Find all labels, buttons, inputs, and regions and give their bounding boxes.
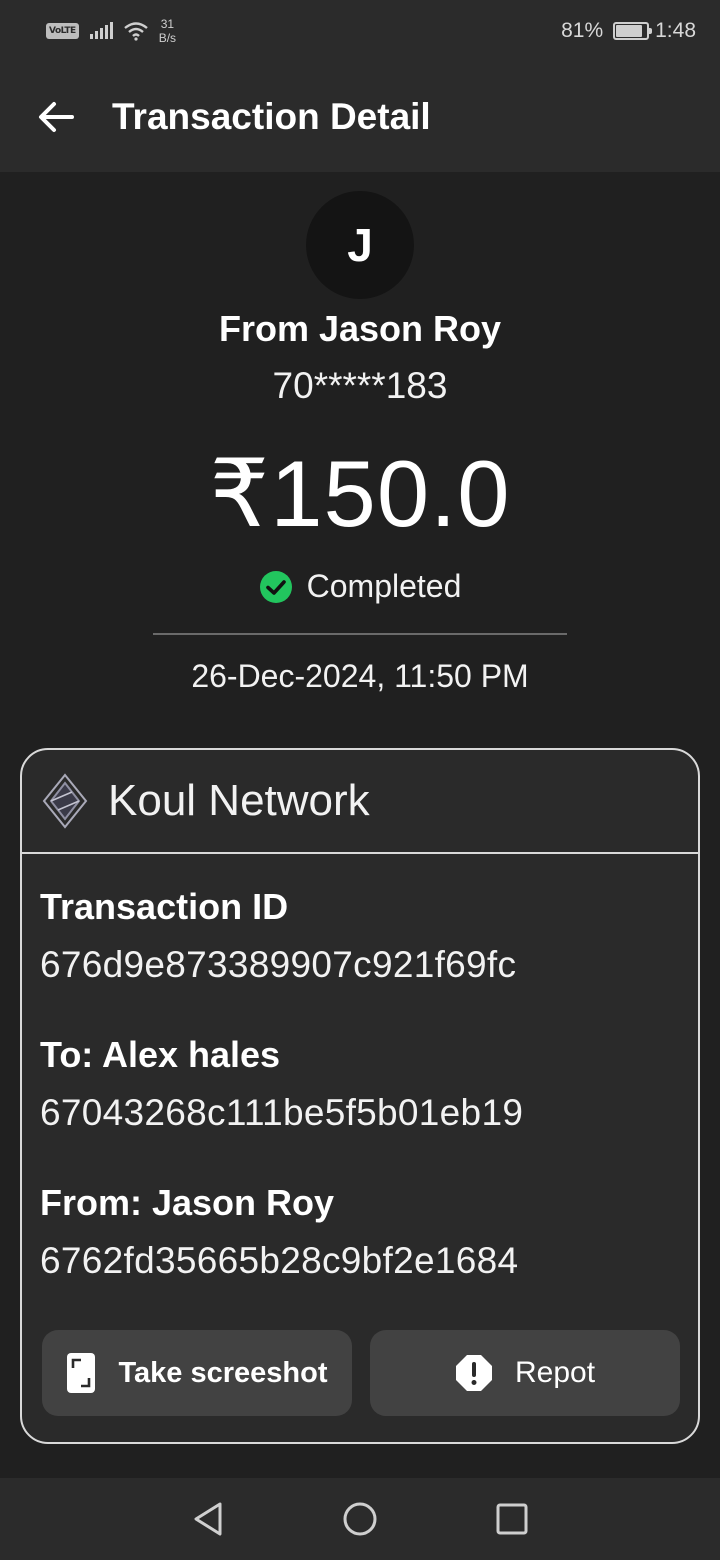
field-value: 676d9e873389907c921f69fc <box>40 944 517 985</box>
field-label: From: Jason Roy <box>40 1182 335 1223</box>
status-text: Completed <box>306 568 462 604</box>
status-bar: VoLTE 31 B/s 81% 1:48 <box>0 0 720 62</box>
report-label: Repot <box>514 1356 596 1389</box>
volte-icon: VoLTE <box>46 23 79 39</box>
field-transaction-id: Transaction ID 676d9e873389907c921f69fc <box>40 886 516 986</box>
nav-back-icon <box>194 1502 222 1536</box>
field-to: To: Alex hales 67043268c111be5f5b01eb19 <box>40 1034 523 1134</box>
arrow-left-icon <box>39 102 74 132</box>
screenshot-icon <box>67 1353 96 1393</box>
diamond-logo-icon <box>42 773 88 829</box>
transaction-amount: ₹150.0 <box>209 441 511 546</box>
app-bar: Transaction Detail <box>0 62 720 172</box>
card-header: Koul Network <box>22 750 698 854</box>
system-nav-bar <box>0 1478 720 1560</box>
nav-recents-icon <box>496 1503 528 1535</box>
take-screenshot-label: Take screeshot <box>118 1356 328 1389</box>
sender-phone: 70*****183 <box>272 365 448 406</box>
page-title: Transaction Detail <box>112 96 431 137</box>
network-name: Koul Network <box>108 776 370 825</box>
status-row: Completed <box>0 568 720 605</box>
nav-home-button[interactable] <box>284 1478 436 1560</box>
transaction-datetime: 26-Dec-2024, 11:50 PM <box>191 658 529 694</box>
field-label: To: Alex hales <box>40 1034 281 1075</box>
clock: 1:48 <box>655 19 696 42</box>
battery-percent: 81% <box>561 19 604 42</box>
transaction-card: Koul Network Transaction ID 676d9e873389… <box>20 748 700 1444</box>
speed-value: 31 <box>160 17 175 31</box>
nav-back-button[interactable] <box>132 1478 284 1560</box>
status-right: 81% 1:48 <box>561 19 696 43</box>
take-screenshot-button[interactable]: Take screeshot <box>42 1330 352 1416</box>
field-label: Transaction ID <box>40 886 289 927</box>
avatar: J <box>306 191 414 299</box>
back-button[interactable] <box>0 62 112 172</box>
alert-octagon-icon <box>455 1355 492 1391</box>
nav-home-icon <box>343 1502 377 1536</box>
check-circle-icon <box>259 570 292 603</box>
sender-name: From Jason Roy <box>218 308 502 349</box>
speed-unit: B/s <box>158 31 177 45</box>
battery-fill <box>616 25 643 37</box>
signal-icon <box>89 22 113 39</box>
nav-recents-button[interactable] <box>436 1478 588 1560</box>
divider <box>153 633 567 635</box>
report-button[interactable]: Repot <box>370 1330 680 1416</box>
field-from: From: Jason Roy 6762fd35665b28c9bf2e1684 <box>40 1182 518 1282</box>
battery-icon <box>613 22 653 40</box>
status-left: VoLTE 31 B/s <box>46 17 176 45</box>
field-value: 67043268c111be5f5b01eb19 <box>40 1092 524 1133</box>
field-value: 6762fd35665b28c9bf2e1684 <box>40 1240 519 1281</box>
network-speed: 31 B/s <box>159 17 176 45</box>
wifi-icon <box>123 22 148 41</box>
